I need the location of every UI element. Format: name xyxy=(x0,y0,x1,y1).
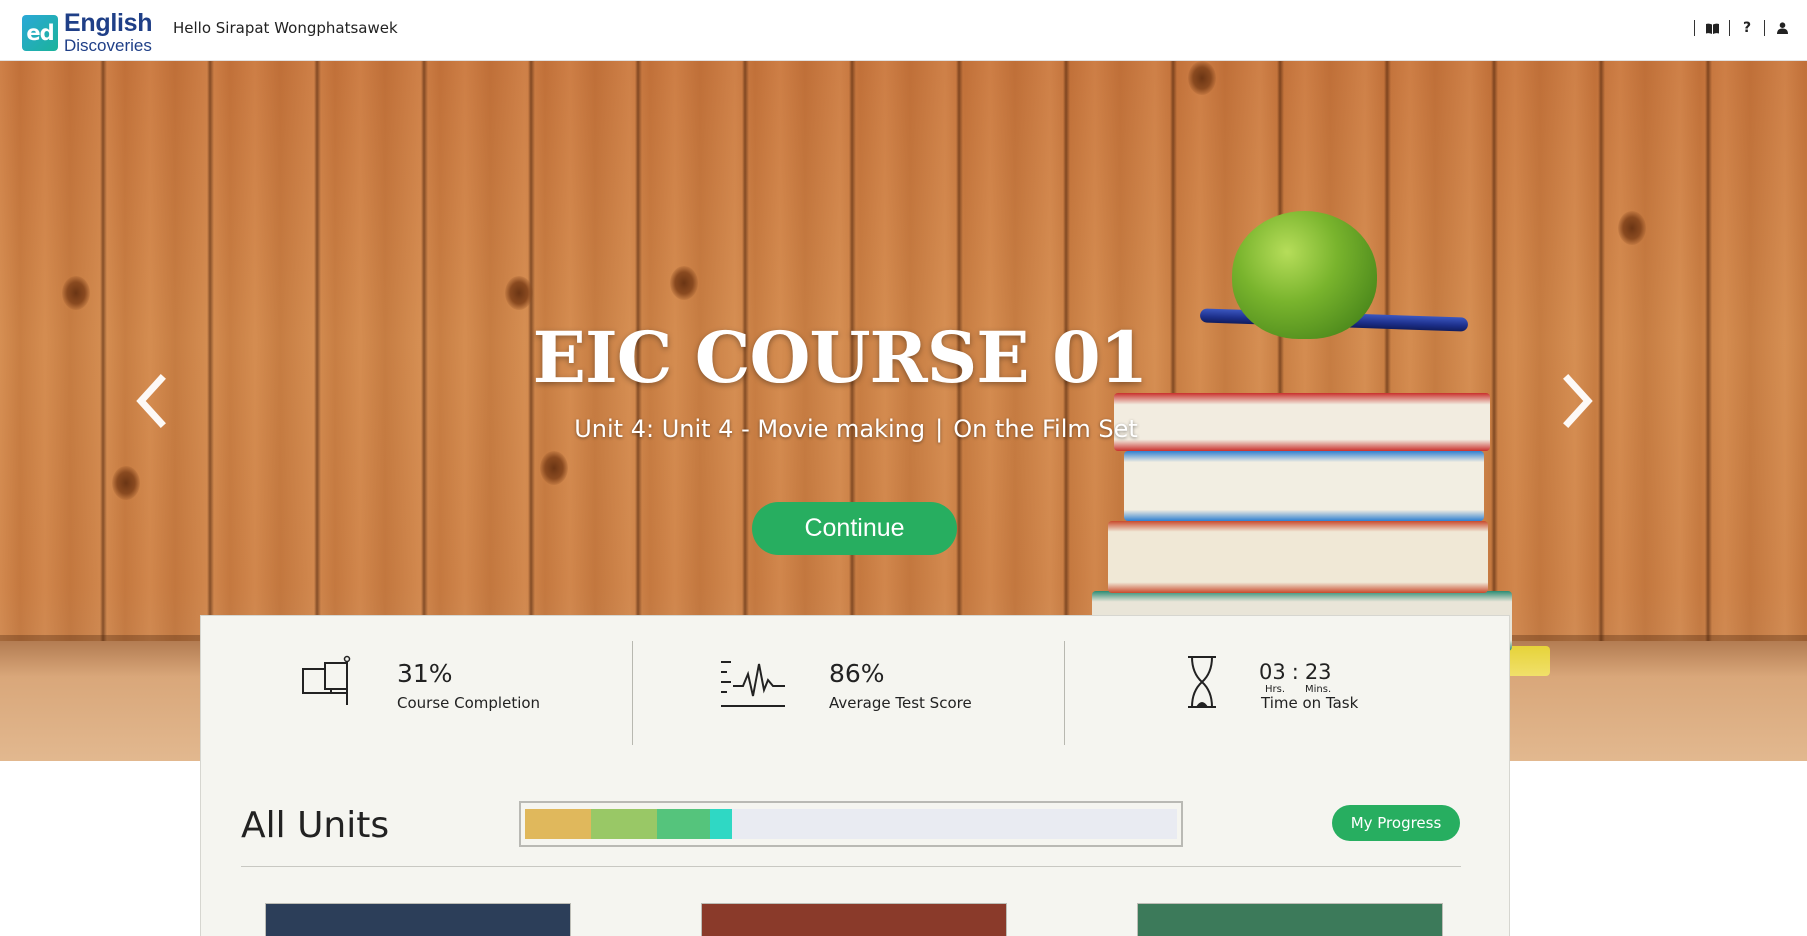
unit-thumbnail-1[interactable] xyxy=(265,903,571,936)
progress-segment-3 xyxy=(656,809,711,839)
course-completion-value: 31% xyxy=(397,659,453,688)
hourglass-icon xyxy=(1186,655,1218,713)
header-toolbar: ? xyxy=(1684,20,1789,36)
time-colon: : xyxy=(1291,660,1299,684)
divider xyxy=(241,866,1461,867)
help-icon[interactable]: ? xyxy=(1740,20,1754,36)
book-icon[interactable] xyxy=(1705,20,1719,36)
wood-knot xyxy=(112,466,140,500)
book xyxy=(1108,521,1488,593)
average-test-score-label: Average Test Score xyxy=(829,694,972,712)
logo-line2: Discoveries xyxy=(64,36,152,55)
logo-text: English Discoveries xyxy=(64,9,153,55)
chevron-right-icon[interactable] xyxy=(1558,373,1598,429)
current-lesson: Unit 4: Unit 4 - Movie making | On the Fil… xyxy=(0,415,1712,443)
wood-knot xyxy=(1188,61,1216,95)
divider xyxy=(1729,20,1730,36)
wood-knot xyxy=(670,266,698,300)
stat-course-completion: 31% Course Completion xyxy=(201,616,631,762)
english-discoveries-logo[interactable]: ed English Discoveries xyxy=(22,11,152,54)
units-progress-bar xyxy=(519,801,1183,847)
unit-thumbnail-3[interactable] xyxy=(1137,903,1443,936)
pulse-icon xyxy=(721,660,785,712)
book xyxy=(1124,451,1484,521)
logo-mark: ed xyxy=(22,14,58,51)
average-test-score-value: 86% xyxy=(829,659,885,688)
unit-name: Unit 4: Unit 4 - Movie making xyxy=(574,415,926,443)
divider xyxy=(1764,20,1765,36)
user-icon[interactable] xyxy=(1775,20,1789,36)
progress-segment-2 xyxy=(590,809,657,839)
separator: | xyxy=(935,415,944,443)
progress-segment-4 xyxy=(710,809,732,839)
time-on-task-value: 03 : 23 xyxy=(1259,660,1332,684)
unit-thumbnail-2[interactable] xyxy=(701,903,1007,936)
user-greeting: Hello Sirapat Wongphatsawek xyxy=(173,19,398,37)
wood-knot xyxy=(62,276,90,310)
time-on-task-label: Time on Task xyxy=(1261,694,1359,712)
progress-segment-1 xyxy=(525,809,591,839)
all-units-title: All Units xyxy=(241,805,390,846)
wood-knot xyxy=(1618,211,1646,245)
top-header: ed English Discoveries Hello Sirapat Won… xyxy=(0,0,1807,61)
lesson-name: On the Film Set xyxy=(953,415,1138,443)
wood-knot xyxy=(505,276,533,310)
course-completion-label: Course Completion xyxy=(397,694,541,712)
continue-button[interactable]: Continue xyxy=(752,502,957,555)
chevron-left-icon[interactable] xyxy=(131,373,171,429)
stat-time-on-task: 03 : 23 Hrs. Mins. Time on Task xyxy=(1065,616,1510,762)
time-minutes: 23 xyxy=(1304,660,1332,684)
course-stats-panel: 31% Course Completion 86% Average Test S… xyxy=(200,615,1510,761)
time-hours: 03 xyxy=(1259,660,1286,684)
stat-average-test-score: 86% Average Test Score xyxy=(633,616,1063,762)
divider xyxy=(1694,20,1695,36)
all-units-section: All Units My Progress xyxy=(200,761,1510,936)
logo-line1: English xyxy=(64,9,153,37)
my-progress-button[interactable]: My Progress xyxy=(1332,805,1460,841)
flag-icon xyxy=(301,655,353,711)
wood-knot xyxy=(540,451,568,485)
course-title: EIC COURSE 01 xyxy=(532,316,1149,399)
progress-track xyxy=(525,809,1177,839)
